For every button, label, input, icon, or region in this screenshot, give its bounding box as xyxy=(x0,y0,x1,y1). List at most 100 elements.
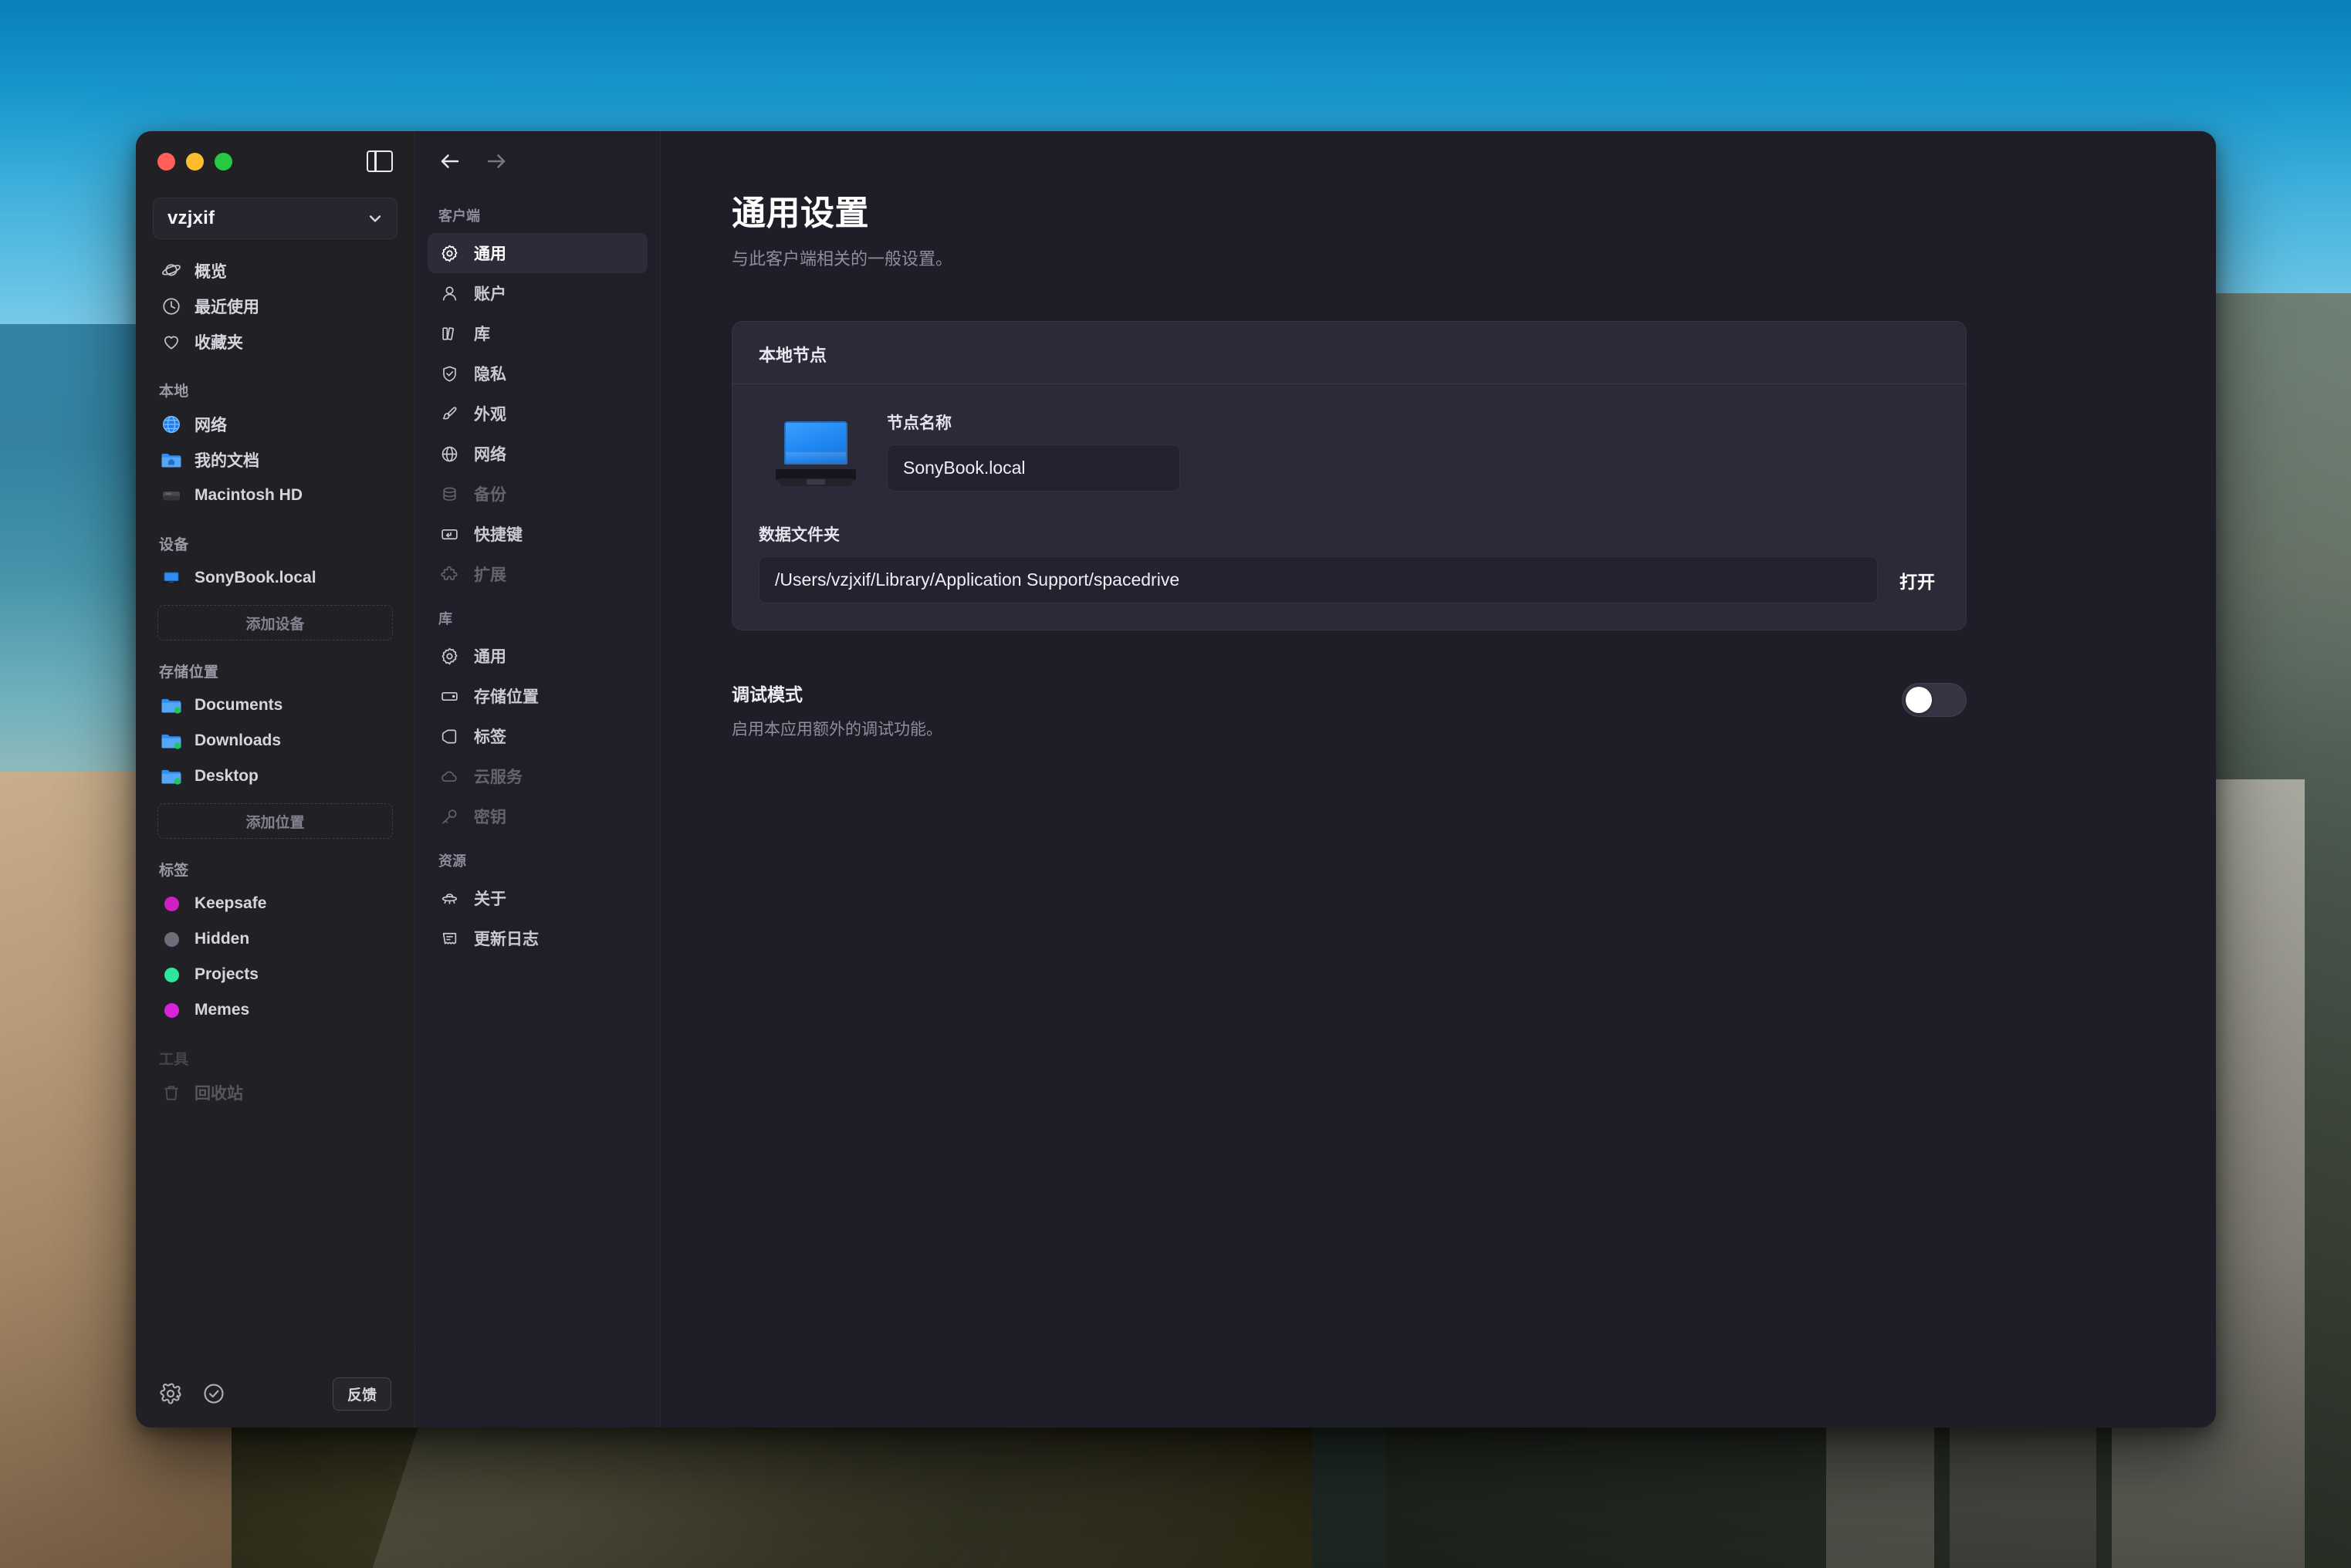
debug-mode-toggle[interactable] xyxy=(1902,683,1967,717)
library-selector[interactable]: vzjxif xyxy=(153,198,397,239)
settings-nav-item-locations[interactable]: 存储位置 xyxy=(428,676,648,716)
debug-mode-description: 启用本应用额外的调试功能。 xyxy=(732,721,942,738)
sidebar-item-label: 我的文档 xyxy=(195,452,259,470)
settings-nav-item-keybinds[interactable]: 快捷键 xyxy=(428,514,648,554)
sidebar-item-label: SonyBook.local xyxy=(195,569,316,586)
sidebar-item-my-documents[interactable]: 我的文档 xyxy=(153,442,397,478)
open-data-folder-button[interactable]: 打开 xyxy=(1895,559,1940,601)
sidebar-scroll-area[interactable]: 概览 最近使用 收藏夹 本地 网络 我的文档 Macintosh HD 设备 S… xyxy=(136,253,414,1360)
sidebar-item-documents[interactable]: Documents xyxy=(153,688,397,723)
sidebar-item-label: Desktop xyxy=(195,767,259,785)
home-folder-icon xyxy=(161,449,182,471)
sidebar-section-title-devices: 设备 xyxy=(159,537,189,553)
check-circle-icon[interactable] xyxy=(202,1382,225,1405)
arrow-left-icon[interactable] xyxy=(438,150,462,173)
cloud-icon xyxy=(438,765,460,787)
sidebar-item-overview[interactable]: 概览 xyxy=(153,253,397,289)
sidebar-toggle-icon[interactable] xyxy=(367,150,393,172)
sidebar-item-recents[interactable]: 最近使用 xyxy=(153,289,397,324)
sidebar-tag-memes[interactable]: Memes xyxy=(153,992,397,1028)
sidebar-tag-hidden[interactable]: Hidden xyxy=(153,921,397,957)
sidebar-item-network[interactable]: 网络 xyxy=(153,407,397,442)
clock-icon xyxy=(161,296,182,317)
sidebar-section-title-tags: 标签 xyxy=(159,863,189,879)
tag-color-dot-icon xyxy=(161,999,182,1021)
settings-nav-item-clouds: 云服务 xyxy=(428,756,648,796)
receipt-icon xyxy=(438,928,460,949)
sidebar-tag-projects[interactable]: Projects xyxy=(153,957,397,992)
data-folder-input[interactable] xyxy=(759,556,1878,603)
settings-nav-list[interactable]: 客户端 通用 账户 库 隐私 外观 网络 备份 快捷键 扩展 库 通用 存储位置… xyxy=(415,191,660,1428)
settings-nav-item-label: 外观 xyxy=(474,406,506,424)
sidebar-item-label: Macintosh HD xyxy=(195,486,303,504)
settings-nav-item-backups: 备份 xyxy=(428,474,648,514)
settings-navigation-panel: 客户端 通用 账户 库 隐私 外观 网络 备份 快捷键 扩展 库 通用 存储位置… xyxy=(415,131,661,1428)
settings-nav-item-label: 网络 xyxy=(474,446,506,464)
settings-nav-item-label: 扩展 xyxy=(474,566,506,584)
user-icon xyxy=(438,282,460,304)
sidebar-item-downloads[interactable]: Downloads xyxy=(153,723,397,759)
close-window-button[interactable] xyxy=(157,152,175,171)
settings-nav-item-extensions: 扩展 xyxy=(428,554,648,594)
gear-icon xyxy=(438,242,460,264)
settings-nav-item-label: 通用 xyxy=(474,245,506,263)
sidebar-item-label: Documents xyxy=(195,696,283,714)
data-folder-label: 数据文件夹 xyxy=(759,526,840,544)
sidebar-item-desktop[interactable]: Desktop xyxy=(153,759,397,794)
settings-nav-item-about[interactable]: 关于 xyxy=(428,878,648,918)
hard-drive-icon xyxy=(161,485,182,506)
debug-mode-row: 调试模式 启用本应用额外的调试功能。 xyxy=(732,680,1967,740)
maximize-window-button[interactable] xyxy=(215,152,232,171)
node-name-label: 节点名称 xyxy=(887,414,952,432)
sidebar-item-label: 概览 xyxy=(195,263,227,281)
sidebar-item-favorites[interactable]: 收藏夹 xyxy=(153,324,397,360)
add-location-button[interactable]: 添加位置 xyxy=(157,803,393,839)
settings-nav-item-keys: 密钥 xyxy=(428,796,648,836)
tag-color-dot-icon xyxy=(161,928,182,950)
chevron-down-icon xyxy=(369,215,381,222)
settings-nav-item-account[interactable]: 账户 xyxy=(428,273,648,313)
folder-icon xyxy=(161,765,182,787)
feedback-button[interactable]: 反馈 xyxy=(332,1377,391,1411)
minimize-window-button[interactable] xyxy=(186,152,204,171)
tag-icon xyxy=(438,725,460,747)
settings-nav-item-network[interactable]: 网络 xyxy=(428,434,648,474)
settings-nav-item-tags[interactable]: 标签 xyxy=(428,716,648,756)
tag-color-dot-icon xyxy=(161,893,182,914)
spacedrive-app-window: vzjxif 概览 最近使用 收藏夹 本地 网络 我的文档 Macintosh … xyxy=(136,131,2216,1428)
page-subtitle: 与此客户端相关的一般设置。 xyxy=(732,249,953,269)
settings-nav-item-label: 标签 xyxy=(474,728,506,746)
folder-icon xyxy=(161,730,182,752)
settings-nav-item-privacy[interactable]: 隐私 xyxy=(428,353,648,394)
sidebar-item-label: 收藏夹 xyxy=(195,334,243,352)
sidebar-item-macintosh-hd[interactable]: Macintosh HD xyxy=(153,478,397,513)
settings-nav-item-label: 库 xyxy=(474,326,490,343)
settings-nav-item-appearance[interactable]: 外观 xyxy=(428,394,648,434)
node-name-input[interactable] xyxy=(887,444,1180,492)
sidebar-item-label: 最近使用 xyxy=(195,299,259,316)
settings-nav-item-label: 隐私 xyxy=(474,366,506,384)
gear-icon xyxy=(438,645,460,667)
heart-icon xyxy=(161,331,182,353)
local-node-card: 本地节点 节点名称 数据文件夹 打开 xyxy=(732,321,1967,630)
sidebar-section-title-tools: 工具 xyxy=(159,1052,189,1068)
sidebar-item-trash[interactable]: 回收站 xyxy=(153,1075,397,1110)
add-device-button[interactable]: 添加设备 xyxy=(157,605,393,640)
shield-check-icon xyxy=(438,363,460,384)
settings-nav-item-label: 存储位置 xyxy=(474,688,539,706)
tag-label: Keepsafe xyxy=(195,894,267,912)
sidebar-item-label: Downloads xyxy=(195,732,282,749)
settings-nav-item-libraries[interactable]: 库 xyxy=(428,313,648,353)
settings-group-title-resources: 资源 xyxy=(438,853,466,869)
ufo-icon xyxy=(438,887,460,909)
key-icon xyxy=(438,806,460,827)
sidebar-item-sonybook[interactable]: SonyBook.local xyxy=(153,560,397,596)
sidebar-bottom-bar: 反馈 xyxy=(136,1306,414,1428)
settings-nav-item-general-library[interactable]: 通用 xyxy=(428,636,648,676)
gear-icon[interactable] xyxy=(159,1382,182,1405)
tag-label: Hidden xyxy=(195,930,250,948)
sidebar-tag-keepsafe[interactable]: Keepsafe xyxy=(153,886,397,921)
settings-nav-item-changelog[interactable]: 更新日志 xyxy=(428,918,648,958)
settings-nav-item-general-client[interactable]: 通用 xyxy=(428,233,648,273)
arrow-right-icon[interactable] xyxy=(485,150,508,173)
